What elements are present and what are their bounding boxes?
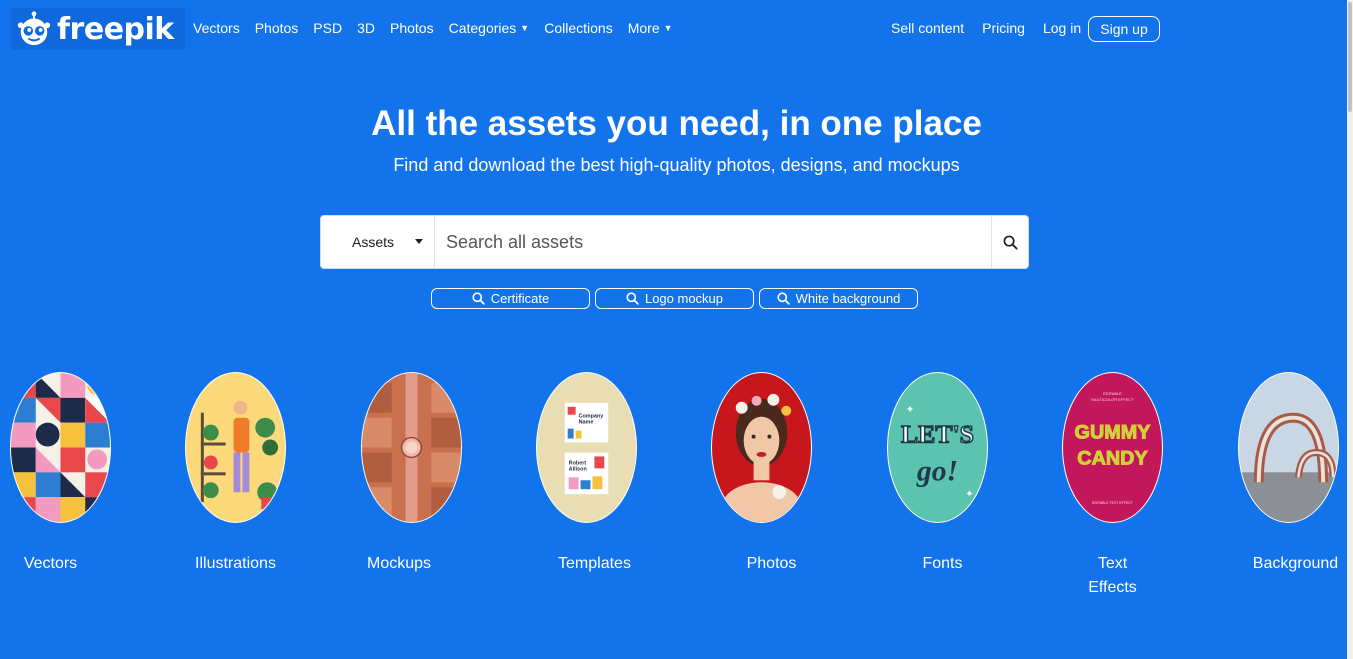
caret-down-icon xyxy=(415,239,423,244)
category-label: Mockups xyxy=(367,555,432,572)
text-effect-caption: MULTICOLOR EFFECT xyxy=(1091,397,1134,402)
search-icon xyxy=(1003,235,1018,250)
caret-down-icon: ▼ xyxy=(663,23,673,33)
search-category-select[interactable]: Assets xyxy=(321,216,435,268)
nav-right-menu: Sell content Pricing Log in xyxy=(891,20,1099,36)
category-label: Illustrations xyxy=(195,555,276,572)
category-illustrations[interactable]: Illustrations xyxy=(185,372,286,572)
category-mockups[interactable]: Mockups xyxy=(361,372,462,572)
nav-categories-dropdown[interactable]: Categories ▼ xyxy=(449,20,530,36)
search-category-value: Assets xyxy=(352,234,395,250)
template-card-text: Name xyxy=(579,420,594,426)
category-vectors[interactable]: Vectors xyxy=(10,372,111,572)
scrollbar-thumb[interactable] xyxy=(1348,2,1352,112)
nav-3d[interactable]: 3D xyxy=(357,20,375,36)
nav-pricing[interactable]: Pricing xyxy=(982,20,1025,36)
category-thumbnail: Company Name Robert Allison xyxy=(536,372,637,523)
search-bar: Assets xyxy=(320,215,1029,269)
category-templates[interactable]: Company Name Robert Allison Templates xyxy=(536,372,637,572)
category-thumbnail: EDITABLE MULTICOLOR EFFECT GUMMY CANDY E… xyxy=(1062,372,1163,523)
suggestion-label: White background xyxy=(795,291,901,306)
category-label: Fonts xyxy=(922,555,963,572)
suggestion-certificate[interactable]: Certificate xyxy=(431,288,590,309)
text-effect-sample: CANDY xyxy=(1077,447,1147,469)
svg-text:✦: ✦ xyxy=(965,489,973,500)
fonts-thumbnail-text: LET'S xyxy=(901,419,974,448)
category-thumbnail xyxy=(361,372,462,523)
signup-button[interactable]: Sign up xyxy=(1088,16,1160,42)
suggestion-label: Logo mockup xyxy=(644,291,724,306)
category-thumbnail xyxy=(1238,372,1339,523)
geometric-pattern-image xyxy=(11,373,110,522)
category-photos[interactable]: Photos xyxy=(711,372,812,572)
business-card-templates-image: Company Name Robert Allison xyxy=(537,373,636,522)
search-input[interactable] xyxy=(435,216,991,268)
search-icon xyxy=(626,292,639,305)
text-effect-sample: GUMMY xyxy=(1075,422,1151,444)
category-label: Templates xyxy=(558,555,631,572)
category-thumbnail xyxy=(711,372,812,523)
category-label: Photos xyxy=(746,555,797,572)
category-thumbnail xyxy=(185,372,286,523)
category-text-effects[interactable]: EDITABLE MULTICOLOR EFFECT GUMMY CANDY E… xyxy=(1062,372,1163,596)
template-card-text: Allison xyxy=(569,466,587,472)
hero-title: All the assets you need, in one place xyxy=(371,104,982,143)
category-label: Text Effects xyxy=(1088,555,1137,596)
category-label: Background xyxy=(1252,555,1339,572)
portrait-photo-image xyxy=(712,373,811,522)
lettering-font-image: LET'S go! ✦ ✦ xyxy=(888,373,987,522)
search-button[interactable] xyxy=(991,216,1028,268)
category-background[interactable]: Background xyxy=(1238,372,1339,572)
suggestion-logo-mockup[interactable]: Logo mockup xyxy=(595,288,754,309)
category-thumbnail: LET'S go! ✦ ✦ xyxy=(887,372,988,523)
text-effect-caption: EDITABLE xyxy=(1103,391,1122,396)
fonts-thumbnail-text: go! xyxy=(916,454,958,487)
category-label: Vectors xyxy=(23,555,78,572)
nav-login[interactable]: Log in xyxy=(1043,20,1081,36)
nav-photos[interactable]: Photos xyxy=(255,20,299,36)
logo-text: freepik xyxy=(57,11,174,47)
category-fonts[interactable]: LET'S go! ✦ ✦ Fonts xyxy=(887,372,988,572)
nav-collections[interactable]: Collections xyxy=(544,20,612,36)
category-thumbnail xyxy=(10,372,111,523)
top-navbar: freepik Vectors Photos PSD 3D Photos Cat… xyxy=(0,0,1347,60)
plant-illustration-image xyxy=(186,373,285,522)
freepik-mascot-icon xyxy=(17,11,51,46)
search-icon xyxy=(472,292,485,305)
nav-psd[interactable]: PSD xyxy=(313,20,342,36)
caret-down-icon: ▼ xyxy=(520,23,530,33)
nav-left-menu: Vectors Photos PSD 3D Photos Categories ▼… xyxy=(193,20,688,36)
nav-more-dropdown[interactable]: More ▼ xyxy=(628,20,673,36)
nav-photos-2[interactable]: Photos xyxy=(390,20,434,36)
nav-vectors[interactable]: Vectors xyxy=(193,20,240,36)
svg-text:✦: ✦ xyxy=(906,405,914,416)
text-effect-caption: EDITABLE TEXT EFFECT xyxy=(1092,501,1133,505)
freepik-logo[interactable]: freepik xyxy=(11,8,185,50)
3d-arch-background-image xyxy=(1239,373,1338,522)
suggestion-white-background[interactable]: White background xyxy=(759,288,918,309)
watch-mockup-image xyxy=(362,373,461,522)
search-icon xyxy=(777,292,790,305)
hero-subtitle: Find and download the best high-quality … xyxy=(393,155,960,175)
text-effect-image: EDITABLE MULTICOLOR EFFECT GUMMY CANDY E… xyxy=(1063,373,1162,522)
suggestion-label: Certificate xyxy=(490,291,550,306)
nav-sell-content[interactable]: Sell content xyxy=(891,20,964,36)
